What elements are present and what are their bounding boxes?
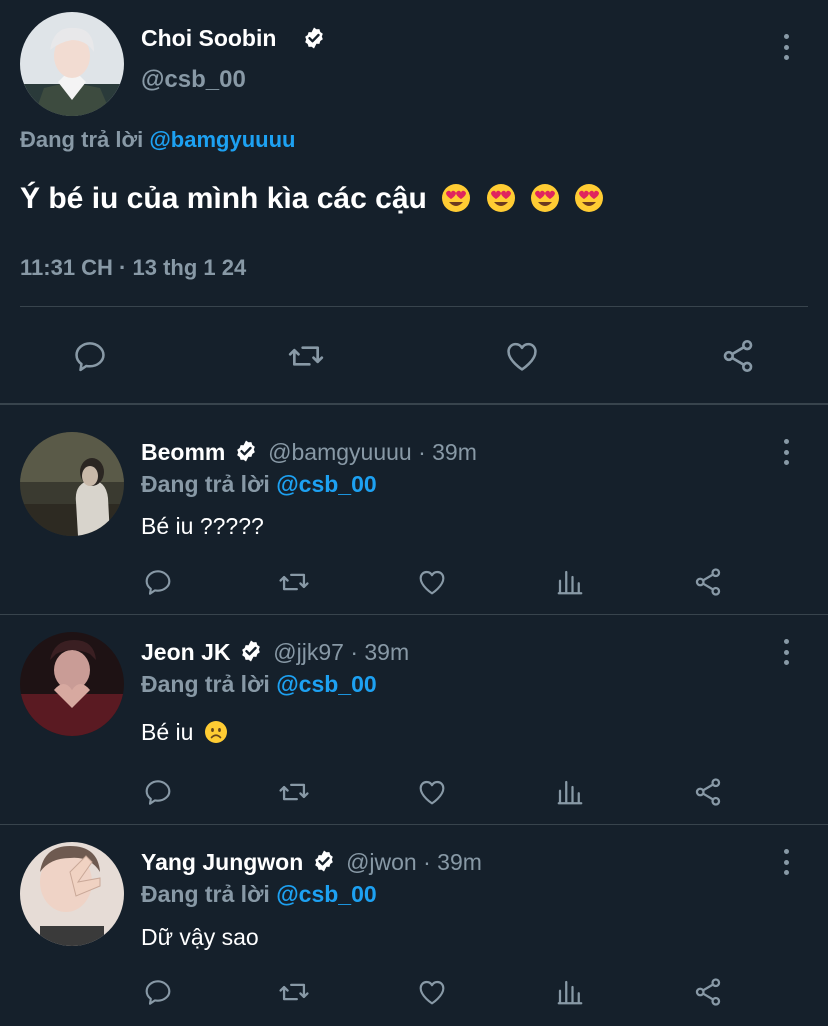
author-handle[interactable]: @jwon	[346, 849, 417, 875]
tweet-text-body: Bé iu	[141, 719, 194, 745]
like-button[interactable]	[500, 334, 544, 378]
analytics-icon	[557, 780, 583, 805]
heart-eyes-emoji	[530, 183, 560, 213]
avatar[interactable]	[20, 632, 124, 736]
reply-header: Jeon JK @jjk97 · 39m	[141, 638, 409, 666]
retweet-button[interactable]	[276, 974, 312, 1010]
more-options-icon[interactable]	[774, 437, 798, 467]
share-button[interactable]	[716, 334, 760, 378]
retweet-button[interactable]	[276, 774, 312, 810]
heart-icon	[419, 980, 445, 1005]
reply-header: Beomm @bamgyuuuu · 39m	[141, 438, 477, 466]
reply-mention-link[interactable]: @csb_00	[276, 881, 376, 907]
retweet-icon	[279, 573, 309, 591]
retweet-button[interactable]	[276, 564, 312, 600]
verified-badge-icon	[239, 639, 263, 663]
reply-icon	[145, 570, 171, 595]
avatar-image	[20, 632, 124, 736]
avatar[interactable]	[20, 432, 124, 536]
tweet-text-body: Ý bé iu của mình kìa các cậu	[20, 182, 427, 215]
retweet-button[interactable]	[284, 334, 328, 378]
heart-icon	[419, 570, 445, 595]
author-handle[interactable]: @csb_00	[141, 66, 246, 94]
author-name[interactable]: Beomm	[141, 439, 225, 465]
like-button[interactable]	[414, 564, 450, 600]
tweet-time[interactable]: · 39m	[423, 849, 482, 875]
author-handle[interactable]: @bamgyuuuu	[268, 439, 412, 465]
retweet-icon	[279, 783, 309, 801]
divider	[20, 306, 808, 307]
avatar-image	[20, 432, 124, 536]
like-button[interactable]	[414, 774, 450, 810]
heart-icon	[419, 780, 445, 805]
retweet-icon	[288, 346, 324, 366]
divider	[0, 824, 828, 825]
reply-icon	[145, 980, 171, 1005]
like-button[interactable]	[414, 974, 450, 1010]
more-options-icon[interactable]	[774, 32, 798, 62]
reply-context: Đang trả lời @bamgyuuuu	[20, 126, 295, 154]
more-options-icon[interactable]	[774, 847, 798, 877]
tweet-time[interactable]: · 39m	[350, 639, 409, 665]
reply-context: Đang trả lời @csb_00	[141, 880, 377, 908]
reply-prefix: Đang trả lời	[20, 127, 144, 152]
verified-badge-icon	[312, 849, 336, 873]
reply-button[interactable]	[140, 564, 176, 600]
share-icon	[695, 978, 721, 1006]
verified-badge-icon	[234, 439, 258, 463]
tweet-text: Ý bé iu của mình kìa các cậu	[20, 180, 604, 218]
avatar[interactable]	[20, 12, 124, 116]
heart-eyes-emoji	[441, 183, 471, 213]
analytics-icon	[557, 980, 583, 1005]
tweet-text: Dữ vậy sao	[141, 924, 259, 950]
more-options-icon[interactable]	[774, 637, 798, 667]
reply-icon	[75, 342, 105, 372]
reply-prefix: Đang trả lời	[141, 671, 270, 697]
heart-eyes-emoji	[486, 183, 516, 213]
divider	[0, 614, 828, 615]
reply-button[interactable]	[68, 334, 112, 378]
verified-badge-icon	[302, 26, 326, 50]
share-button[interactable]	[690, 774, 726, 810]
analytics-icon	[557, 570, 583, 595]
reply-mention-link[interactable]: @bamgyuuuu	[149, 127, 295, 152]
tweet-time[interactable]: · 39m	[418, 439, 477, 465]
analytics-button[interactable]	[552, 564, 588, 600]
retweet-icon	[279, 983, 309, 1001]
reply-context: Đang trả lời @csb_00	[141, 470, 377, 498]
share-button[interactable]	[690, 564, 726, 600]
reply-button[interactable]	[140, 774, 176, 810]
author-handle[interactable]: @jjk97	[273, 639, 344, 665]
reply-button[interactable]	[140, 974, 176, 1010]
avatar[interactable]	[20, 842, 124, 946]
avatar-image	[20, 842, 124, 946]
share-button[interactable]	[690, 974, 726, 1010]
share-icon	[695, 568, 721, 596]
tweet-text: Bé iu ?????	[141, 513, 264, 539]
reply-context: Đang trả lời @csb_00	[141, 670, 377, 698]
reply-mention-link[interactable]: @csb_00	[276, 671, 376, 697]
author-name[interactable]: Jeon JK	[141, 639, 230, 665]
reply-prefix: Đang trả lời	[141, 881, 270, 907]
tweet-text: Bé iu	[141, 718, 228, 746]
author-name[interactable]: Yang Jungwon	[141, 849, 303, 875]
reply-mention-link[interactable]: @csb_00	[276, 471, 376, 497]
analytics-button[interactable]	[552, 974, 588, 1010]
heart-eyes-emoji	[574, 183, 604, 213]
reply-icon	[145, 780, 171, 805]
avatar-image	[20, 12, 124, 116]
share-icon	[695, 778, 721, 806]
author-name[interactable]: Choi Soobin	[141, 24, 276, 52]
reply-header: Yang Jungwon @jwon · 39m	[141, 848, 482, 876]
frowning-face-emoji	[204, 720, 228, 744]
tweet-timestamp[interactable]: 11:31 CH · 13 thg 1 24	[20, 254, 246, 282]
analytics-button[interactable]	[552, 774, 588, 810]
heart-icon	[507, 342, 537, 371]
share-icon	[723, 340, 753, 373]
divider	[0, 403, 828, 405]
reply-prefix: Đang trả lời	[141, 471, 270, 497]
